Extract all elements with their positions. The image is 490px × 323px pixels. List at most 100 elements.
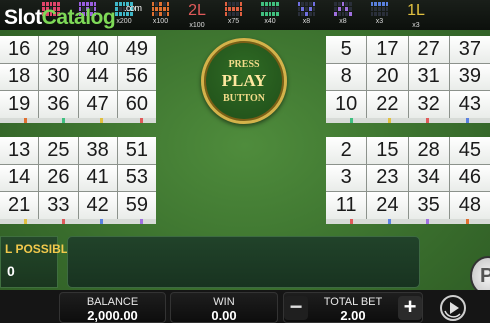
bingo-number: 44	[78, 63, 117, 91]
line-marker	[466, 118, 469, 123]
line-marker	[140, 219, 143, 224]
pattern-multiplier: x100	[189, 22, 205, 29]
bingo-number: 40	[78, 36, 117, 63]
bingo-number: 14	[0, 164, 39, 192]
paytable-pattern: 1L x3	[405, 2, 427, 29]
pattern-multiplier: x75	[227, 18, 240, 25]
card-line-markers	[0, 219, 156, 224]
pattern-multiplier: x40	[264, 18, 276, 25]
bingo-number: 33	[39, 192, 78, 219]
balance-label: BALANCE	[86, 296, 139, 308]
win-value: 0.00	[211, 308, 237, 323]
bingo-number: 17	[367, 36, 408, 63]
bingo-number: 22	[367, 91, 408, 118]
paytable-pattern: x8	[332, 2, 354, 29]
press-play-button[interactable]: PRESS PLAY BUTTON	[201, 38, 287, 124]
card-line-markers	[0, 118, 156, 123]
line-marker	[350, 219, 353, 224]
line-marker	[62, 219, 65, 224]
bingo-number: 36	[39, 91, 78, 118]
bingo-number: 39	[449, 63, 490, 91]
bingo-number: 37	[449, 36, 490, 63]
bingo-number: 21	[0, 192, 39, 219]
bingo-card-1: 16 29 40 49 18 30 44 56 19 36 47 60	[0, 36, 156, 123]
autoplay-button[interactable]	[440, 295, 466, 321]
bingo-number: 45	[449, 137, 490, 164]
pattern-letter: 1L	[407, 2, 425, 19]
pattern-grid	[261, 2, 279, 16]
paytable-pattern: x75	[223, 2, 245, 29]
pattern-grid	[297, 2, 316, 16]
possible-label: L POSSIBLE	[5, 242, 77, 256]
bingo-number: 47	[78, 91, 117, 118]
bingo-number: 42	[78, 192, 117, 219]
bingo-number: 60	[117, 91, 156, 118]
pattern-multiplier: x3	[375, 18, 384, 25]
bingo-number: 2	[326, 137, 367, 164]
line-marker	[388, 219, 391, 224]
pattern-multiplier: x100	[152, 18, 169, 25]
line-marker	[350, 118, 353, 123]
line-marker	[100, 118, 103, 123]
possible-win-box: L POSSIBLE 0	[0, 236, 76, 288]
possible-value: 0	[7, 263, 15, 279]
bingo-number: 11	[326, 192, 367, 219]
bingo-number: 35	[408, 192, 449, 219]
paytable-pattern: 2L x100	[186, 2, 208, 29]
bingo-number: 19	[0, 91, 39, 118]
bingo-number: 15	[367, 137, 408, 164]
card-line-markers	[326, 118, 490, 123]
pattern-multiplier: x3	[412, 22, 420, 29]
paytable-pattern: x100	[150, 2, 172, 29]
bingo-number: 10	[326, 91, 367, 118]
pattern-grid	[224, 2, 243, 16]
balance-panel: BALANCE 2,000.00	[59, 292, 166, 323]
bingo-number: 13	[0, 137, 39, 164]
bingo-number: 48	[449, 192, 490, 219]
bingo-number: 25	[39, 137, 78, 164]
bingo-card-4: 2 15 28 45 3 23 34 46 11 24 35 48	[326, 137, 490, 224]
line-marker	[100, 219, 103, 224]
paytable-pattern: x40	[259, 2, 281, 29]
line-marker	[24, 118, 27, 123]
pattern-multiplier: x8	[339, 18, 347, 25]
bingo-number: 26	[39, 164, 78, 192]
bingo-number: 5	[326, 36, 367, 63]
line-marker	[466, 219, 469, 224]
pattern-grid	[370, 2, 389, 16]
bingo-number: 27	[408, 36, 449, 63]
pattern-letter: 2L	[188, 2, 206, 19]
pattern-grid	[151, 2, 170, 16]
pattern-grid	[334, 2, 352, 16]
bingo-card-2: 5 17 27 37 8 20 31 39 10 22 32 43	[326, 36, 490, 123]
bingo-number: 30	[39, 63, 78, 91]
card-line-markers	[326, 219, 490, 224]
line-marker	[24, 219, 27, 224]
bingo-number: 51	[117, 137, 156, 164]
bingo-number: 32	[408, 91, 449, 118]
bingo-number: 31	[408, 63, 449, 91]
bingo-card-3: 13 25 38 51 14 26 41 53 21 33 42 59	[0, 137, 156, 224]
line-marker	[388, 118, 391, 123]
bingo-number: 43	[449, 91, 490, 118]
bet-increase-button[interactable]: +	[398, 296, 422, 320]
bingo-number: 28	[408, 137, 449, 164]
line-marker	[140, 118, 143, 123]
line-marker	[62, 118, 65, 123]
bingo-number: 8	[326, 63, 367, 91]
line-marker	[426, 219, 429, 224]
bingo-number: 56	[117, 63, 156, 91]
line-marker	[426, 118, 429, 123]
bingo-number: 3	[326, 164, 367, 192]
bingo-number: 24	[367, 192, 408, 219]
bingo-number: 49	[117, 36, 156, 63]
balance-value: 2,000.00	[87, 308, 138, 323]
bingo-number: 23	[367, 164, 408, 192]
bingo-number: 16	[0, 36, 39, 63]
bet-decrease-button[interactable]: −	[284, 296, 308, 320]
bingo-number: 34	[408, 164, 449, 192]
bingo-number: 46	[449, 164, 490, 192]
bingo-number: 53	[117, 164, 156, 192]
bingo-number: 38	[78, 137, 117, 164]
pattern-multiplier: x8	[302, 18, 311, 25]
